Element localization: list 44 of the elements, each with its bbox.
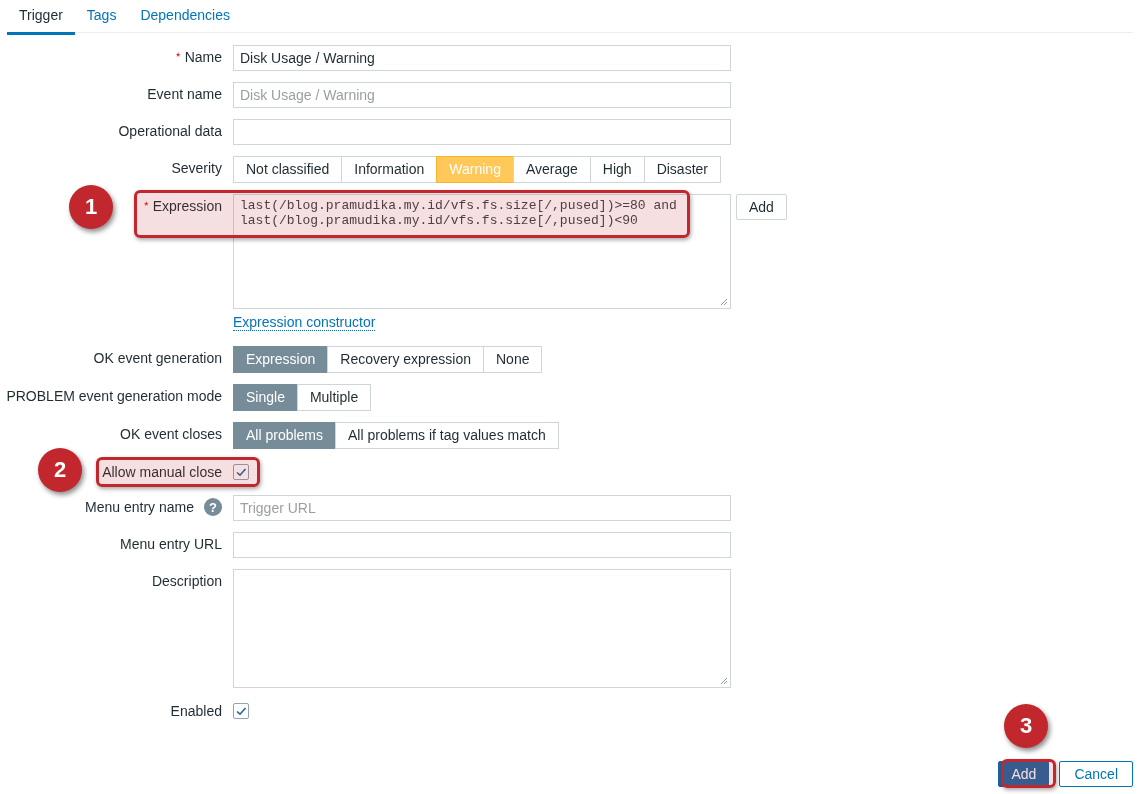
- step-number-badge: 1: [69, 185, 113, 229]
- field-label: PROBLEM event generation mode: [6, 388, 222, 404]
- field-label: Enabled: [170, 703, 222, 719]
- add-button[interactable]: Add: [736, 194, 787, 220]
- field-label: OK event closes: [120, 426, 222, 442]
- checkbox[interactable]: [233, 703, 249, 719]
- text-field[interactable]: [233, 119, 731, 145]
- tab[interactable]: Dependencies: [128, 0, 242, 32]
- text-field[interactable]: [233, 532, 731, 558]
- field-label: Menu entry URL: [120, 536, 222, 552]
- text-field[interactable]: Trigger URL: [233, 495, 731, 521]
- tab[interactable]: Tags: [74, 0, 129, 32]
- expression-constructor-link[interactable]: Expression constructor: [233, 314, 376, 331]
- resize-grip-icon[interactable]: [720, 677, 728, 685]
- add-button[interactable]: Add: [998, 761, 1050, 787]
- segment-button[interactable]: Disaster: [643, 156, 721, 183]
- segment-button[interactable]: Multiple: [296, 384, 372, 411]
- segment-button[interactable]: Not classified: [233, 156, 343, 183]
- segment-button[interactable]: Average: [512, 156, 591, 183]
- step-number-badge: 3: [1004, 704, 1048, 748]
- segment-button[interactable]: All problems if tag values match: [335, 422, 559, 449]
- cancel-button[interactable]: Cancel: [1059, 761, 1133, 787]
- field-label: Operational data: [118, 123, 222, 139]
- field-label: Severity: [171, 160, 222, 176]
- segment-button[interactable]: High: [589, 156, 645, 183]
- field-label: Description: [151, 573, 222, 589]
- step-number-badge: 2: [38, 448, 82, 492]
- segment-button[interactable]: Recovery expression: [327, 346, 484, 373]
- field-label: Allow manual close: [102, 464, 222, 480]
- text-field[interactable]: Disk Usage / Warning: [233, 45, 731, 71]
- field-label: Menu entry name: [85, 499, 194, 515]
- field-label: Expression: [143, 198, 222, 214]
- segment-button[interactable]: None: [483, 346, 543, 373]
- resize-grip-icon[interactable]: [720, 298, 728, 306]
- field-label: Event name: [147, 86, 222, 102]
- tab[interactable]: Trigger: [7, 0, 75, 35]
- expression-field[interactable]: last(/blog.pramudika.my.id/vfs.fs.size[/,pused])>=80 and last(/blog.pramudika.my.id/vfs.fs.size[/,pused])<90: [233, 194, 731, 309]
- field-label: OK event generation: [93, 350, 222, 366]
- segment-button[interactable]: Information: [341, 156, 438, 183]
- text-field[interactable]: Disk Usage / Warning: [233, 82, 731, 108]
- description-field[interactable]: [233, 569, 731, 688]
- highlight-frame: [1001, 759, 1056, 788]
- field-label: Name: [175, 49, 222, 65]
- checkbox[interactable]: [233, 464, 249, 480]
